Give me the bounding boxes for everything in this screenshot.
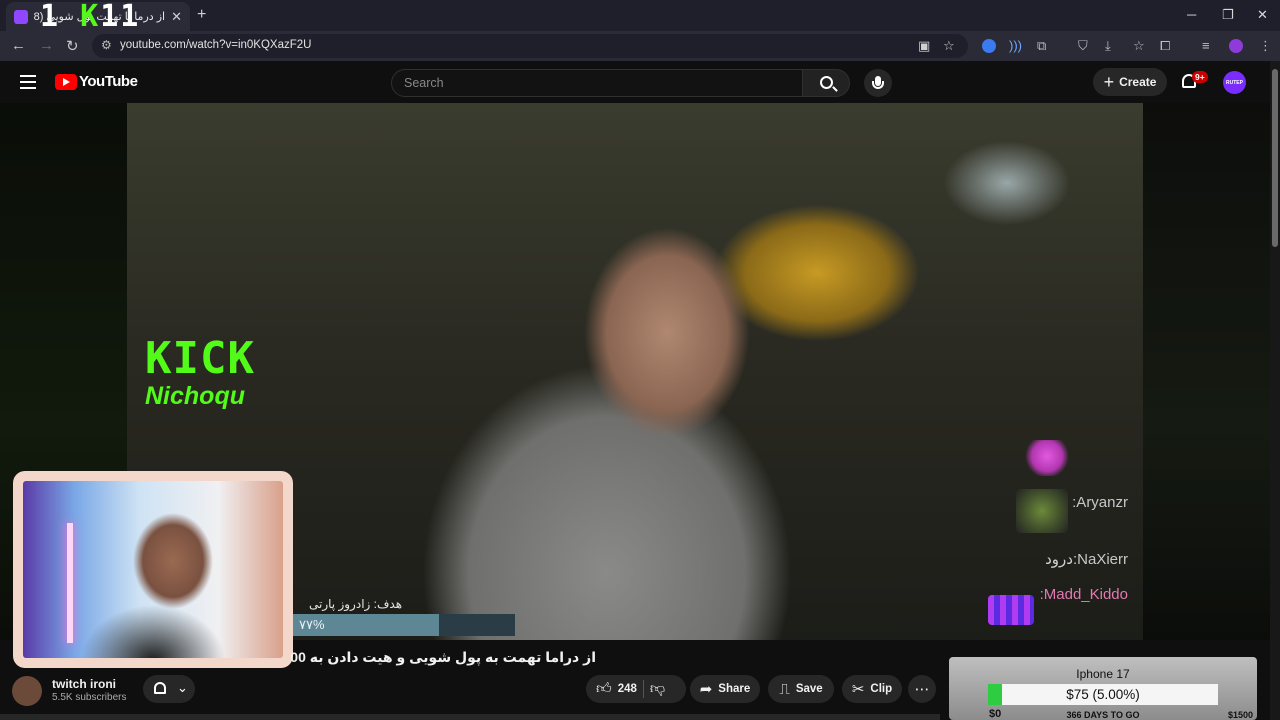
clip-button[interactable]: ✂ Clip [842, 675, 902, 703]
minimize-icon[interactable]: ─ [1187, 7, 1196, 22]
donation-goal-widget: Iphone 17 $75 (5.00%) $0 366 DAYS TO GO … [949, 657, 1257, 720]
bookmark-icon: ⎍ [779, 680, 790, 698]
close-window-icon[interactable]: ✕ [1257, 7, 1268, 23]
browser-tab-bar: از درما تا تهمت پول شویی (8) ✕ + 1 K11 ─… [0, 0, 1280, 34]
goal-percent: ۷۷% [299, 617, 325, 632]
kick-logo: KICK [145, 333, 255, 384]
neon-light [67, 523, 73, 643]
site-info-icon[interactable]: ⚙ [101, 38, 112, 52]
profile-avatar[interactable] [1229, 39, 1243, 53]
donation-amount: $75 (5.00%) [1066, 687, 1140, 702]
cast-icon[interactable]: ▣ [918, 38, 930, 54]
notifications-badge: 9+ [1192, 71, 1208, 83]
donation-goal-title: Iphone 17 [1076, 667, 1130, 681]
video-title: از دراما تهمت به پول شویی و هیت دادن به … [291, 649, 596, 665]
donation-progress-bar: $75 (5.00%) [988, 684, 1218, 705]
reading-list-icon[interactable]: ≡ [1202, 38, 1210, 53]
chat-emote-pink [1024, 440, 1070, 476]
account-avatar[interactable]: RUTEP [1223, 71, 1246, 94]
like-divider [642, 680, 644, 698]
dislike-icon[interactable]: 👎︎ [650, 680, 665, 698]
video-right-margin [1143, 103, 1270, 640]
favorites-icon[interactable]: ☆ [1133, 38, 1145, 54]
chat-message: درود:NaXierr [1045, 551, 1128, 568]
more-actions-button[interactable]: ⋯ [908, 675, 936, 703]
new-tab-icon[interactable]: + [197, 6, 206, 24]
search-icon [820, 76, 833, 89]
goal-label: هدف: زادروز پارتی [309, 597, 403, 611]
extensions-puzzle-icon[interactable]: ⧉ [1037, 38, 1046, 54]
tab-search-icon[interactable]: ⧠ [1160, 38, 1170, 54]
bookmark-star-icon[interactable]: ☆ [943, 38, 955, 54]
webcam-overlay [13, 471, 293, 668]
voice-search-button[interactable] [864, 69, 892, 97]
incognito-icon[interactable]: ⛉ [1078, 38, 1088, 54]
subscription-bell-button[interactable]: ⌄ [143, 675, 195, 703]
download-icon[interactable]: ⤓ [1105, 38, 1111, 54]
scissors-icon: ✂ [851, 681, 865, 698]
plus-icon: + [1103, 72, 1115, 92]
search-button[interactable] [802, 69, 850, 97]
youtube-logo[interactable]: YouTube [55, 73, 138, 90]
channel-avatar[interactable] [12, 676, 42, 706]
microphone-icon [872, 76, 884, 89]
channel-name[interactable]: twitch ironi [52, 677, 116, 691]
chat-emote-pixels [988, 595, 1034, 625]
scrollbar-thumb[interactable] [1272, 69, 1278, 247]
share-icon: ➦ [699, 681, 713, 698]
page-scrollbar[interactable] [1270, 61, 1280, 720]
menu-icon[interactable] [20, 75, 36, 89]
twitch-favicon-icon [14, 9, 28, 24]
save-button[interactable]: ⎍ Save [768, 675, 834, 703]
bell-icon [154, 682, 166, 694]
bottom-panel-edge [0, 714, 940, 720]
donation-days-left: 366 DAYS TO GO [1066, 710, 1140, 720]
like-dislike-group: 👍︎ 248 👎︎ [586, 675, 686, 703]
stream-overlay-counter: 1 K11 [40, 0, 141, 34]
chat-message: :Madd_Kiddo [1039, 586, 1128, 603]
chat-message: :Aryanzr [1072, 494, 1128, 511]
more-horizontal-icon: ⋯ [914, 681, 930, 698]
youtube-play-icon [55, 73, 77, 90]
create-button[interactable]: + Create [1093, 68, 1167, 96]
close-tab-icon[interactable]: ✕ [171, 9, 182, 25]
browser-menu-icon[interactable]: ⋮ [1259, 38, 1272, 54]
donation-max: $1500 [1227, 710, 1253, 720]
omnibox[interactable]: ⚙ youtube.com/watch?v=in0KQXazF2U ▣ ☆ [92, 34, 968, 58]
reload-icon[interactable]: ↻ [66, 37, 79, 55]
webcam-frame [23, 481, 283, 658]
url-text[interactable]: youtube.com/watch?v=in0KQXazF2U [120, 39, 311, 51]
goal-progress-bar: ۷۷% [291, 614, 515, 636]
chat-emote-avatar [1016, 489, 1068, 533]
forward-icon[interactable]: → [39, 37, 54, 54]
like-icon[interactable]: 👍︎ [596, 680, 612, 698]
youtube-header: YouTube Search + Create 9+ RUTEP [0, 61, 1280, 103]
chevron-down-icon: ⌄ [177, 680, 188, 695]
extension-blue-icon[interactable] [982, 39, 996, 53]
browser-address-bar: ← → ↻ ⚙ youtube.com/watch?v=in0KQXazF2U … [0, 31, 1280, 61]
restore-icon[interactable]: ❐ [1222, 7, 1234, 23]
extension-audio-icon[interactable]: ))) [1009, 38, 1022, 53]
kick-channel-name: Nichoqu [145, 382, 245, 410]
back-icon[interactable]: ← [11, 37, 26, 54]
share-button[interactable]: ➦ Share [690, 675, 760, 703]
like-count[interactable]: 248 [618, 683, 637, 695]
subscriber-count: 5.5K subscribers [52, 692, 127, 703]
search-input[interactable]: Search [391, 69, 803, 97]
